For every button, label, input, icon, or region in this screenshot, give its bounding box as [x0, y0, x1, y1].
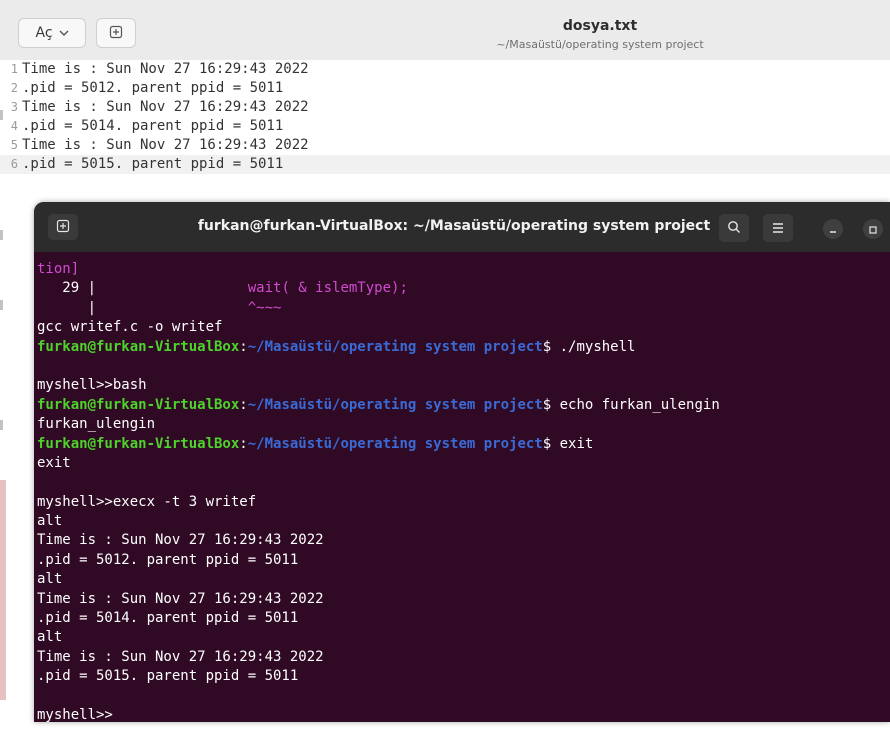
prompt-user: furkan@furkan-VirtualBox: [37, 338, 240, 355]
terminal-prompt-line: furkan@furkan-VirtualBox:~/Masaüstü/oper…: [37, 396, 890, 415]
background-accent: [0, 480, 6, 700]
line-text: .pid = 5015. parent ppid = 5011: [22, 156, 284, 172]
edge-artifact: [0, 420, 3, 430]
terminal-line: .pid = 5014. parent ppid = 5011: [37, 610, 299, 627]
terminal-code: wait( & islemType);: [247, 280, 408, 297]
terminal-search-button[interactable]: [719, 214, 749, 242]
terminal-text: tion]: [37, 261, 80, 277]
terminal-menu-button[interactable]: [763, 214, 793, 242]
terminal-line: Time is : Sun Nov 27 16:29:43 2022: [37, 648, 324, 665]
terminal-line: | ^~~~: [37, 299, 890, 318]
prompt-colon: :: [239, 435, 248, 452]
terminal-caret: ^~~~: [247, 299, 282, 316]
line-number: 2: [10, 81, 18, 95]
terminal-line: alt: [37, 571, 63, 588]
minimize-button[interactable]: [823, 219, 843, 239]
edge-artifact: [0, 300, 3, 310]
line-text: Time is : Sun Nov 27 16:29:43 2022: [22, 61, 309, 77]
terminal-prompt-line: furkan@furkan-VirtualBox:~/Masaüstü/oper…: [37, 338, 890, 357]
editor-line: 1 Time is : Sun Nov 27 16:29:43 2022: [0, 60, 890, 79]
terminal-line: alt: [37, 513, 63, 530]
editor-line: 2 .pid = 5012. parent ppid = 5011: [0, 79, 890, 98]
editor-line: 3 Time is : Sun Nov 27 16:29:43 2022: [0, 98, 890, 117]
editor-line: 5 Time is : Sun Nov 27 16:29:43 2022: [0, 136, 890, 155]
chevron-down-icon: [59, 25, 69, 41]
terminal-line: myshell>>bash: [37, 377, 147, 394]
terminal-line: Time is : Sun Nov 27 16:29:43 2022: [37, 532, 324, 549]
new-tab-button[interactable]: [96, 18, 136, 48]
prompt-user: furkan@furkan-VirtualBox: [37, 396, 240, 413]
prompt-colon: :: [239, 396, 248, 413]
minimize-icon: [828, 220, 838, 239]
line-number: 5: [10, 138, 18, 152]
terminal-line: .pid = 5015. parent ppid = 5011: [37, 668, 299, 685]
line-text: .pid = 5014. parent ppid = 5011: [22, 118, 284, 134]
terminal-line: furkan_ulengin: [37, 416, 156, 433]
terminal-window: furkan@furkan-VirtualBox: ~/Masaüstü/ope…: [34, 202, 890, 722]
prompt-path: ~/Masaüstü/operating system project: [247, 435, 543, 452]
terminal-line: .pid = 5012. parent ppid = 5011: [37, 551, 299, 568]
line-number: 3: [10, 100, 18, 114]
search-icon: [727, 219, 741, 238]
terminal-new-tab-button[interactable]: [48, 214, 78, 240]
open-button[interactable]: Aç: [18, 18, 86, 48]
terminal-line: alt: [37, 629, 63, 646]
prompt-command: $ echo furkan_ulengin: [542, 396, 720, 413]
terminal-title: furkan@furkan-VirtualBox: ~/Masaüstü/ope…: [197, 218, 711, 234]
terminal-output[interactable]: tion] 29 | wait( & islemType); | ^~~~ gc…: [34, 252, 890, 722]
prompt-path: ~/Masaüstü/operating system project: [247, 396, 543, 413]
new-tab-icon: [56, 218, 70, 237]
terminal-current-prompt[interactable]: myshell>>: [37, 706, 890, 722]
prompt-colon: :: [239, 338, 248, 355]
terminal-line: exit: [37, 454, 71, 471]
terminal-line: gcc writef.c -o writef: [37, 319, 223, 336]
edge-artifact: [0, 230, 3, 240]
line-text: Time is : Sun Nov 27 16:29:43 2022: [22, 99, 309, 115]
line-number: 4: [10, 119, 18, 133]
terminal-line: tion]: [37, 260, 890, 279]
terminal-line-empty: [37, 357, 890, 376]
maximize-icon: [868, 220, 878, 239]
editor-title: dosya.txt: [562, 18, 638, 34]
open-button-label: Aç: [35, 25, 53, 41]
editor-subtitle: ~/Masaüstü/operating system project: [496, 38, 704, 51]
terminal-text: 29 |: [37, 280, 97, 297]
new-tab-icon: [109, 24, 123, 43]
hamburger-menu-icon: [771, 219, 785, 238]
line-number: 1: [10, 62, 18, 76]
terminal-headerbar: furkan@furkan-VirtualBox: ~/Masaüstü/ope…: [34, 202, 890, 252]
terminal-line: 29 | wait( & islemType);: [37, 279, 890, 298]
prompt-user: furkan@furkan-VirtualBox: [37, 435, 240, 452]
terminal-prompt-line: furkan@furkan-VirtualBox:~/Masaüstü/oper…: [37, 435, 890, 454]
prompt-command: $ ./myshell: [542, 338, 636, 355]
terminal-line: Time is : Sun Nov 27 16:29:43 2022: [37, 590, 324, 607]
terminal-line: myshell>>execx -t 3 writef: [37, 493, 257, 510]
editor-text-area[interactable]: 1 Time is : Sun Nov 27 16:29:43 2022 2 .pi…: [0, 60, 890, 180]
line-text: Time is : Sun Nov 27 16:29:43 2022: [22, 137, 309, 153]
line-number: 6: [10, 157, 18, 171]
terminal-line-empty: [37, 687, 890, 706]
edge-artifact: [0, 110, 3, 120]
editor-line: 4 .pid = 5014. parent ppid = 5011: [0, 117, 890, 136]
prompt-path: ~/Masaüstü/operating system project: [247, 338, 543, 355]
prompt-command: $ exit: [542, 435, 594, 452]
terminal-text: |: [37, 299, 97, 316]
editor-headerbar: Aç dosya.txt ~/Masaüstü/operating system…: [0, 0, 890, 61]
line-text: .pid = 5012. parent ppid = 5011: [22, 80, 284, 96]
editor-line-current: 6 .pid = 5015. parent ppid = 5011: [0, 155, 890, 174]
maximize-button[interactable]: [863, 219, 883, 239]
terminal-line-empty: [37, 473, 890, 492]
